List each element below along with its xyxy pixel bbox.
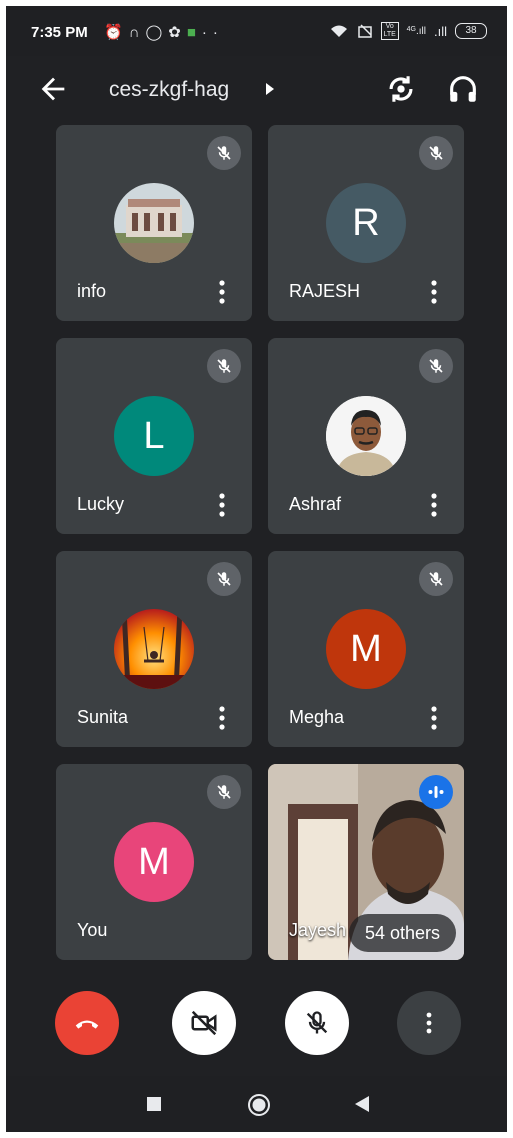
participant-tile-jayesh[interactable]: Jayesh 54 others — [268, 764, 464, 960]
volte-icon: Vo LTE — [380, 22, 399, 40]
mic-off-icon — [207, 349, 241, 383]
more-vert-icon[interactable] — [426, 705, 442, 731]
avatar: L — [114, 396, 194, 476]
participant-tile-sunita[interactable]: Sunita — [56, 551, 252, 747]
signal-icon: .ıll — [434, 23, 447, 39]
camera-toggle-button[interactable] — [172, 991, 236, 1055]
end-call-button[interactable] — [55, 991, 119, 1055]
avatar — [326, 396, 406, 476]
avatar — [114, 609, 194, 689]
others-count-badge[interactable]: 54 others — [348, 914, 456, 952]
more-options-button[interactable] — [397, 991, 461, 1055]
participant-tile-lucky[interactable]: L Lucky — [56, 338, 252, 534]
participant-tile-megha[interactable]: M Megha — [268, 551, 464, 747]
switch-camera-icon[interactable] — [384, 72, 418, 106]
alarm-icon: ⏰ — [104, 24, 129, 41]
network-label: 4G — [406, 25, 416, 33]
more-vert-icon[interactable] — [426, 279, 442, 305]
participant-name: Megha — [289, 707, 345, 727]
participant-name: You — [77, 920, 108, 940]
mic-off-icon — [419, 136, 453, 170]
end-call-icon — [75, 1020, 99, 1029]
more-vert-icon[interactable] — [214, 492, 230, 518]
participant-tile-rajesh[interactable]: R RAJESH — [268, 125, 464, 321]
back-arrow-icon[interactable] — [36, 72, 70, 106]
mic-off-icon — [207, 136, 241, 170]
app-icon: ■ — [186, 24, 202, 41]
data-icon — [357, 24, 372, 38]
mic-off-icon — [419, 562, 453, 596]
more-vert-icon[interactable] — [214, 279, 230, 305]
mic-off-icon — [306, 1011, 328, 1034]
headphones-icon[interactable] — [446, 72, 480, 106]
more-vert-icon[interactable] — [214, 705, 230, 731]
camera-off-icon — [191, 1010, 217, 1036]
home-circle-icon[interactable] — [247, 1093, 271, 1117]
notification-icons: ⏰∩◯✿■·· — [104, 23, 224, 41]
status-bar: 7:35 PM ⏰∩◯✿■·· Vo LTE 4G.ıll .ıll 38 — [6, 6, 507, 56]
wifi-icon — [330, 25, 347, 37]
participant-name: Ashraf — [289, 494, 342, 514]
more-vert-icon[interactable] — [426, 492, 442, 518]
participant-name: info — [77, 281, 107, 301]
signal-4g-icon: 4G.ıll — [406, 25, 426, 37]
participant-tile-info[interactable]: info — [56, 125, 252, 321]
more-vert-icon — [426, 1012, 432, 1034]
participant-name: Jayesh — [289, 920, 347, 940]
avatar: M — [326, 609, 406, 689]
avatar — [114, 183, 194, 263]
avatar: R — [326, 183, 406, 263]
avatar: M — [114, 822, 194, 902]
system-icons: Vo LTE 4G.ıll .ıll 38 — [329, 22, 487, 40]
recents-square-icon[interactable] — [146, 1096, 162, 1112]
mic-off-icon — [419, 349, 453, 383]
system-nav-bar — [6, 1076, 507, 1132]
battery-icon: 38 — [455, 23, 487, 39]
participant-tile-ashraf[interactable]: Ashraf — [268, 338, 464, 534]
participant-name: Lucky — [77, 494, 125, 514]
speaking-indicator-icon — [419, 775, 453, 809]
participant-tile-you[interactable]: M You — [56, 764, 252, 960]
mic-toggle-button[interactable] — [285, 991, 349, 1055]
headphones-notif-icon: ∩ — [128, 24, 146, 41]
participant-name: RAJESH — [289, 281, 361, 301]
meeting-code[interactable]: ces-zkgf-hag — [109, 78, 229, 102]
whatsapp-icon: ◯ — [145, 24, 169, 41]
caret-right-icon[interactable] — [264, 82, 276, 96]
more-notifications-icon: ·· — [201, 24, 224, 41]
mic-off-icon — [207, 775, 241, 809]
status-time: 7:35 PM — [31, 24, 88, 41]
back-triangle-icon[interactable] — [353, 1095, 371, 1113]
mic-off-icon — [207, 562, 241, 596]
screen: 7:35 PM ⏰∩◯✿■·· Vo LTE 4G.ıll .ıll 38 ce… — [6, 6, 507, 1132]
participant-name: Sunita — [77, 707, 129, 727]
settings-icon: ✿ — [168, 24, 187, 41]
call-header: ces-zkgf-hag — [6, 58, 507, 120]
